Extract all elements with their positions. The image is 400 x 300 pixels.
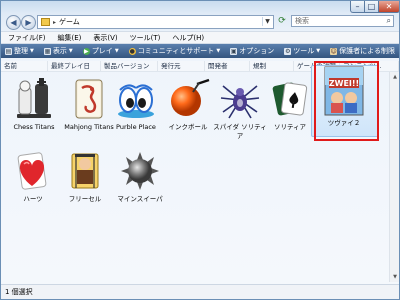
tools-icon: ⚙ [284,47,292,55]
chess-icon [11,78,57,120]
folder-icon [41,18,50,26]
address-dropdown-icon[interactable]: ▼ [262,17,272,26]
purble-eyes-icon [113,78,159,120]
options-icon: ▣ [230,47,238,55]
menu-bar: ファイル(F) 編集(E) 表示(V) ツール(T) ヘルプ(H) [1,31,399,44]
freecell-icon [62,150,108,192]
game-item-spider-solitaire[interactable]: スパイダ ソリティア [212,78,268,141]
organize-button[interactable]: ▤ 整理 ▼ [1,46,38,56]
view-label: 表示 [52,47,67,55]
mahjong-icon [66,78,112,120]
search-input[interactable]: 検索 ⌕ [291,15,394,27]
minimize-button[interactable]: – [350,1,365,13]
column-rating[interactable]: 規制 [250,61,294,71]
scroll-down-icon[interactable]: ▼ [390,272,399,282]
search-placeholder: 検索 [295,17,309,25]
tools-button[interactable]: ⚙ ツール ▼ [280,46,324,56]
options-button[interactable]: ▣ オプション [226,46,278,56]
hearts-icon [10,150,56,192]
menu-view[interactable]: 表示(V) [86,33,122,43]
spider-icon [217,78,263,120]
maximize-button[interactable]: □ [364,1,379,13]
game-item-minesweeper[interactable]: マインスイーパ [112,150,168,204]
mine-icon [117,150,163,192]
tools-label: ツール [293,47,315,55]
column-last-played[interactable]: 最終プレイ日 [48,61,101,71]
red-highlight-annotation [314,61,379,141]
game-label: フリーセル [68,195,102,203]
organize-icon: ▤ [5,47,12,55]
column-publisher[interactable]: 発行元 [158,61,205,71]
back-button[interactable]: ◀ [6,15,21,30]
game-label: Purble Place [116,123,156,131]
parental-controls-button[interactable]: ☺ 保護者による制限 [326,46,399,56]
game-label: ソリティア [273,123,307,131]
game-item-hearts[interactable]: ハーツ [5,150,61,204]
menu-edit[interactable]: 編集(E) [51,33,87,43]
play-label: プレイ [91,47,113,55]
parental-icon: ☺ [330,47,338,55]
menu-tools[interactable]: ツール(T) [123,33,166,43]
vertical-scrollbar[interactable]: ▲ ▼ [389,72,399,282]
menu-help[interactable]: ヘルプ(H) [165,33,209,43]
status-text: 1 個選択 [5,288,33,296]
breadcrumb-separator-icon: ▸ [53,18,57,26]
inkball-icon [165,78,211,120]
game-item-solitaire[interactable]: ソリティア [262,78,318,132]
breadcrumb-games[interactable]: ゲーム [59,17,80,27]
game-label: マインスイーパ [117,195,163,203]
view-button[interactable]: ▦ 表示 ▼ [40,46,77,56]
command-bar: ▤ 整理 ▼ ▦ 表示 ▼ ▶ プレイ ▼ ● コミュニティとサポート ▼ ▣ オプショ… [1,44,399,58]
organize-label: 整理 [14,47,28,55]
forward-button[interactable]: ▶ [21,15,36,30]
parental-label: 保護者による制限 [339,47,395,55]
status-bar: 1 個選択 [1,284,399,299]
game-label: ハーツ [23,195,43,203]
column-product-version[interactable]: 製品バージョン [101,61,158,71]
game-item-purble-place[interactable]: Purble Place [108,78,164,132]
game-label: インクボール [168,123,208,131]
column-name[interactable]: 名前 [1,61,48,71]
community-icon: ● [128,47,136,55]
solitaire-cards-icon [267,78,313,120]
search-icon[interactable]: ⌕ [387,16,391,26]
game-label: Chess Titans [13,123,55,131]
close-button[interactable]: ✕ [378,1,399,13]
view-icon: ▦ [43,47,51,55]
address-bar[interactable]: ▸ ゲーム ▼ [37,15,274,29]
options-label: オプション [239,47,275,55]
scroll-up-icon[interactable]: ▲ [390,72,399,82]
play-button[interactable]: ▶ プレイ ▼ [79,46,123,56]
community-label: コミュニティとサポート [137,47,215,55]
forward-arrow-icon: ▶ [25,18,32,27]
refresh-button[interactable]: ⟳ [276,15,288,27]
back-arrow-icon: ◀ [10,18,17,27]
play-icon: ▶ [82,47,90,55]
game-item-chess-titans[interactable]: Chess Titans [6,78,62,132]
game-item-freecell[interactable]: フリーセル [57,150,113,204]
column-developer[interactable]: 開発者 [205,61,250,71]
game-item-inkball[interactable]: インクボール [160,78,216,132]
community-button[interactable]: ● コミュニティとサポート ▼ [125,46,224,56]
menu-file[interactable]: ファイル(F) [1,33,51,43]
game-label: スパイダ ソリティア [213,123,267,140]
